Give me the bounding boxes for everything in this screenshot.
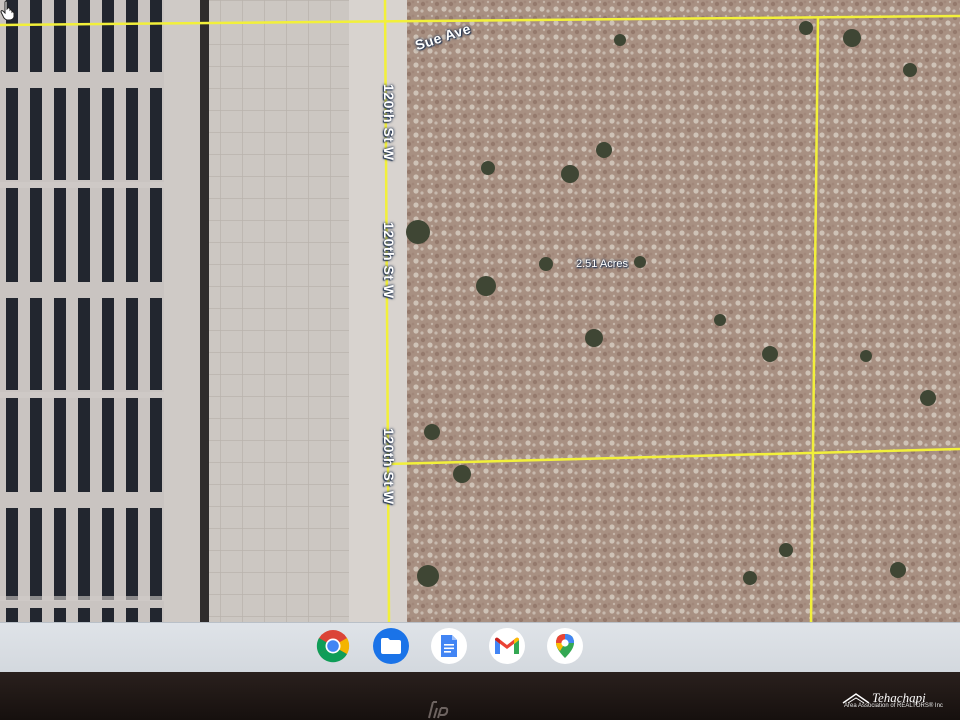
- gmail-app-button[interactable]: [489, 628, 525, 664]
- chrome-icon: [316, 630, 350, 663]
- street-label-120th-mid: 120th St W: [381, 222, 397, 299]
- realtor-watermark: Tehachapi Area Association of REALTORS® …: [842, 690, 954, 712]
- hp-logo-icon: [428, 701, 449, 719]
- chromeos-shelf: [0, 622, 960, 673]
- maps-icon: [556, 634, 574, 658]
- satellite-imagery: [0, 0, 960, 622]
- street-label-120th-bottom: 120th St W: [381, 428, 397, 505]
- street-label-120th-top: 120th St W: [381, 84, 397, 161]
- maps-app-button[interactable]: [547, 628, 583, 664]
- gmail-icon: [495, 637, 519, 654]
- docs-icon: [441, 635, 457, 657]
- laptop-bezel: [0, 672, 960, 720]
- hand-cursor-icon: [0, 0, 15, 20]
- docs-app-button[interactable]: [431, 628, 467, 664]
- watermark-subtitle: Area Association of REALTORS® Inc: [844, 703, 943, 709]
- parcel-acreage-label: 2.51 Acres: [576, 258, 628, 270]
- chrome-app-button[interactable]: [315, 628, 351, 664]
- aerial-map[interactable]: Sue Ave 120th St W 120th St W 120th St W…: [0, 0, 960, 622]
- files-icon: [381, 638, 401, 654]
- files-app-button[interactable]: [373, 628, 409, 664]
